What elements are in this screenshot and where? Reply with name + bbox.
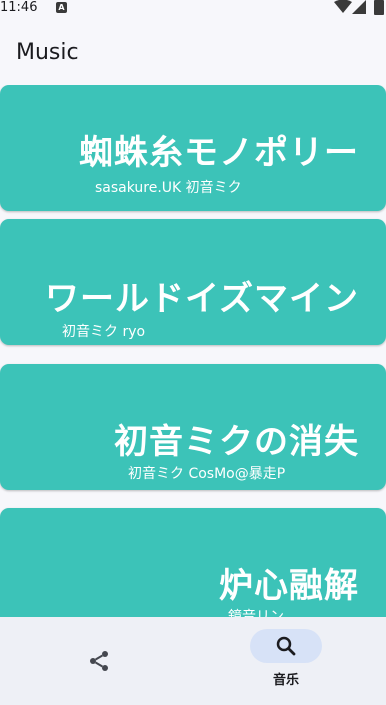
- search-icon: [276, 636, 296, 656]
- song-card[interactable]: 炉心融解 鏡音リン: [0, 508, 386, 617]
- song-card[interactable]: 蜘蛛糸モノポリー sasakure.UK 初音ミク: [0, 85, 386, 211]
- notification-badge-icon: A: [56, 2, 67, 13]
- app-bar: Music: [0, 16, 386, 84]
- song-title: 蜘蛛糸モノポリー: [79, 133, 359, 173]
- song-title: ワールドイズマイン: [45, 279, 359, 319]
- song-artist: 鏡音リン: [228, 609, 284, 617]
- song-artist: 初音ミク CosMo@暴走P: [128, 466, 286, 482]
- page-title: Music: [16, 40, 79, 65]
- bottom-navigation: 音乐: [0, 617, 386, 705]
- song-list[interactable]: 蜘蛛糸モノポリー sasakure.UK 初音ミク ワールドイズマイン 初音ミク…: [0, 85, 386, 617]
- nav-music-label: 音乐: [272, 673, 299, 688]
- wifi-icon: [334, 0, 352, 13]
- status-bar: 11:46 A: [0, 0, 386, 16]
- song-card[interactable]: ワールドイズマイン 初音ミク ryo: [0, 219, 386, 345]
- status-time: 11:46: [0, 0, 38, 15]
- nav-music-tab[interactable]: 音乐: [250, 617, 322, 705]
- share-icon: [90, 651, 108, 671]
- song-title: 炉心融解: [219, 566, 359, 606]
- nav-share-button[interactable]: [63, 617, 135, 705]
- song-title: 初音ミクの消失: [114, 422, 359, 462]
- cellular-signal-icon: [352, 0, 366, 14]
- song-artist: sasakure.UK 初音ミク: [95, 180, 242, 196]
- battery-icon: [374, 0, 384, 15]
- song-artist: 初音ミク ryo: [62, 324, 146, 340]
- song-card[interactable]: 初音ミクの消失 初音ミク CosMo@暴走P: [0, 364, 386, 490]
- nav-active-indicator: [250, 629, 322, 663]
